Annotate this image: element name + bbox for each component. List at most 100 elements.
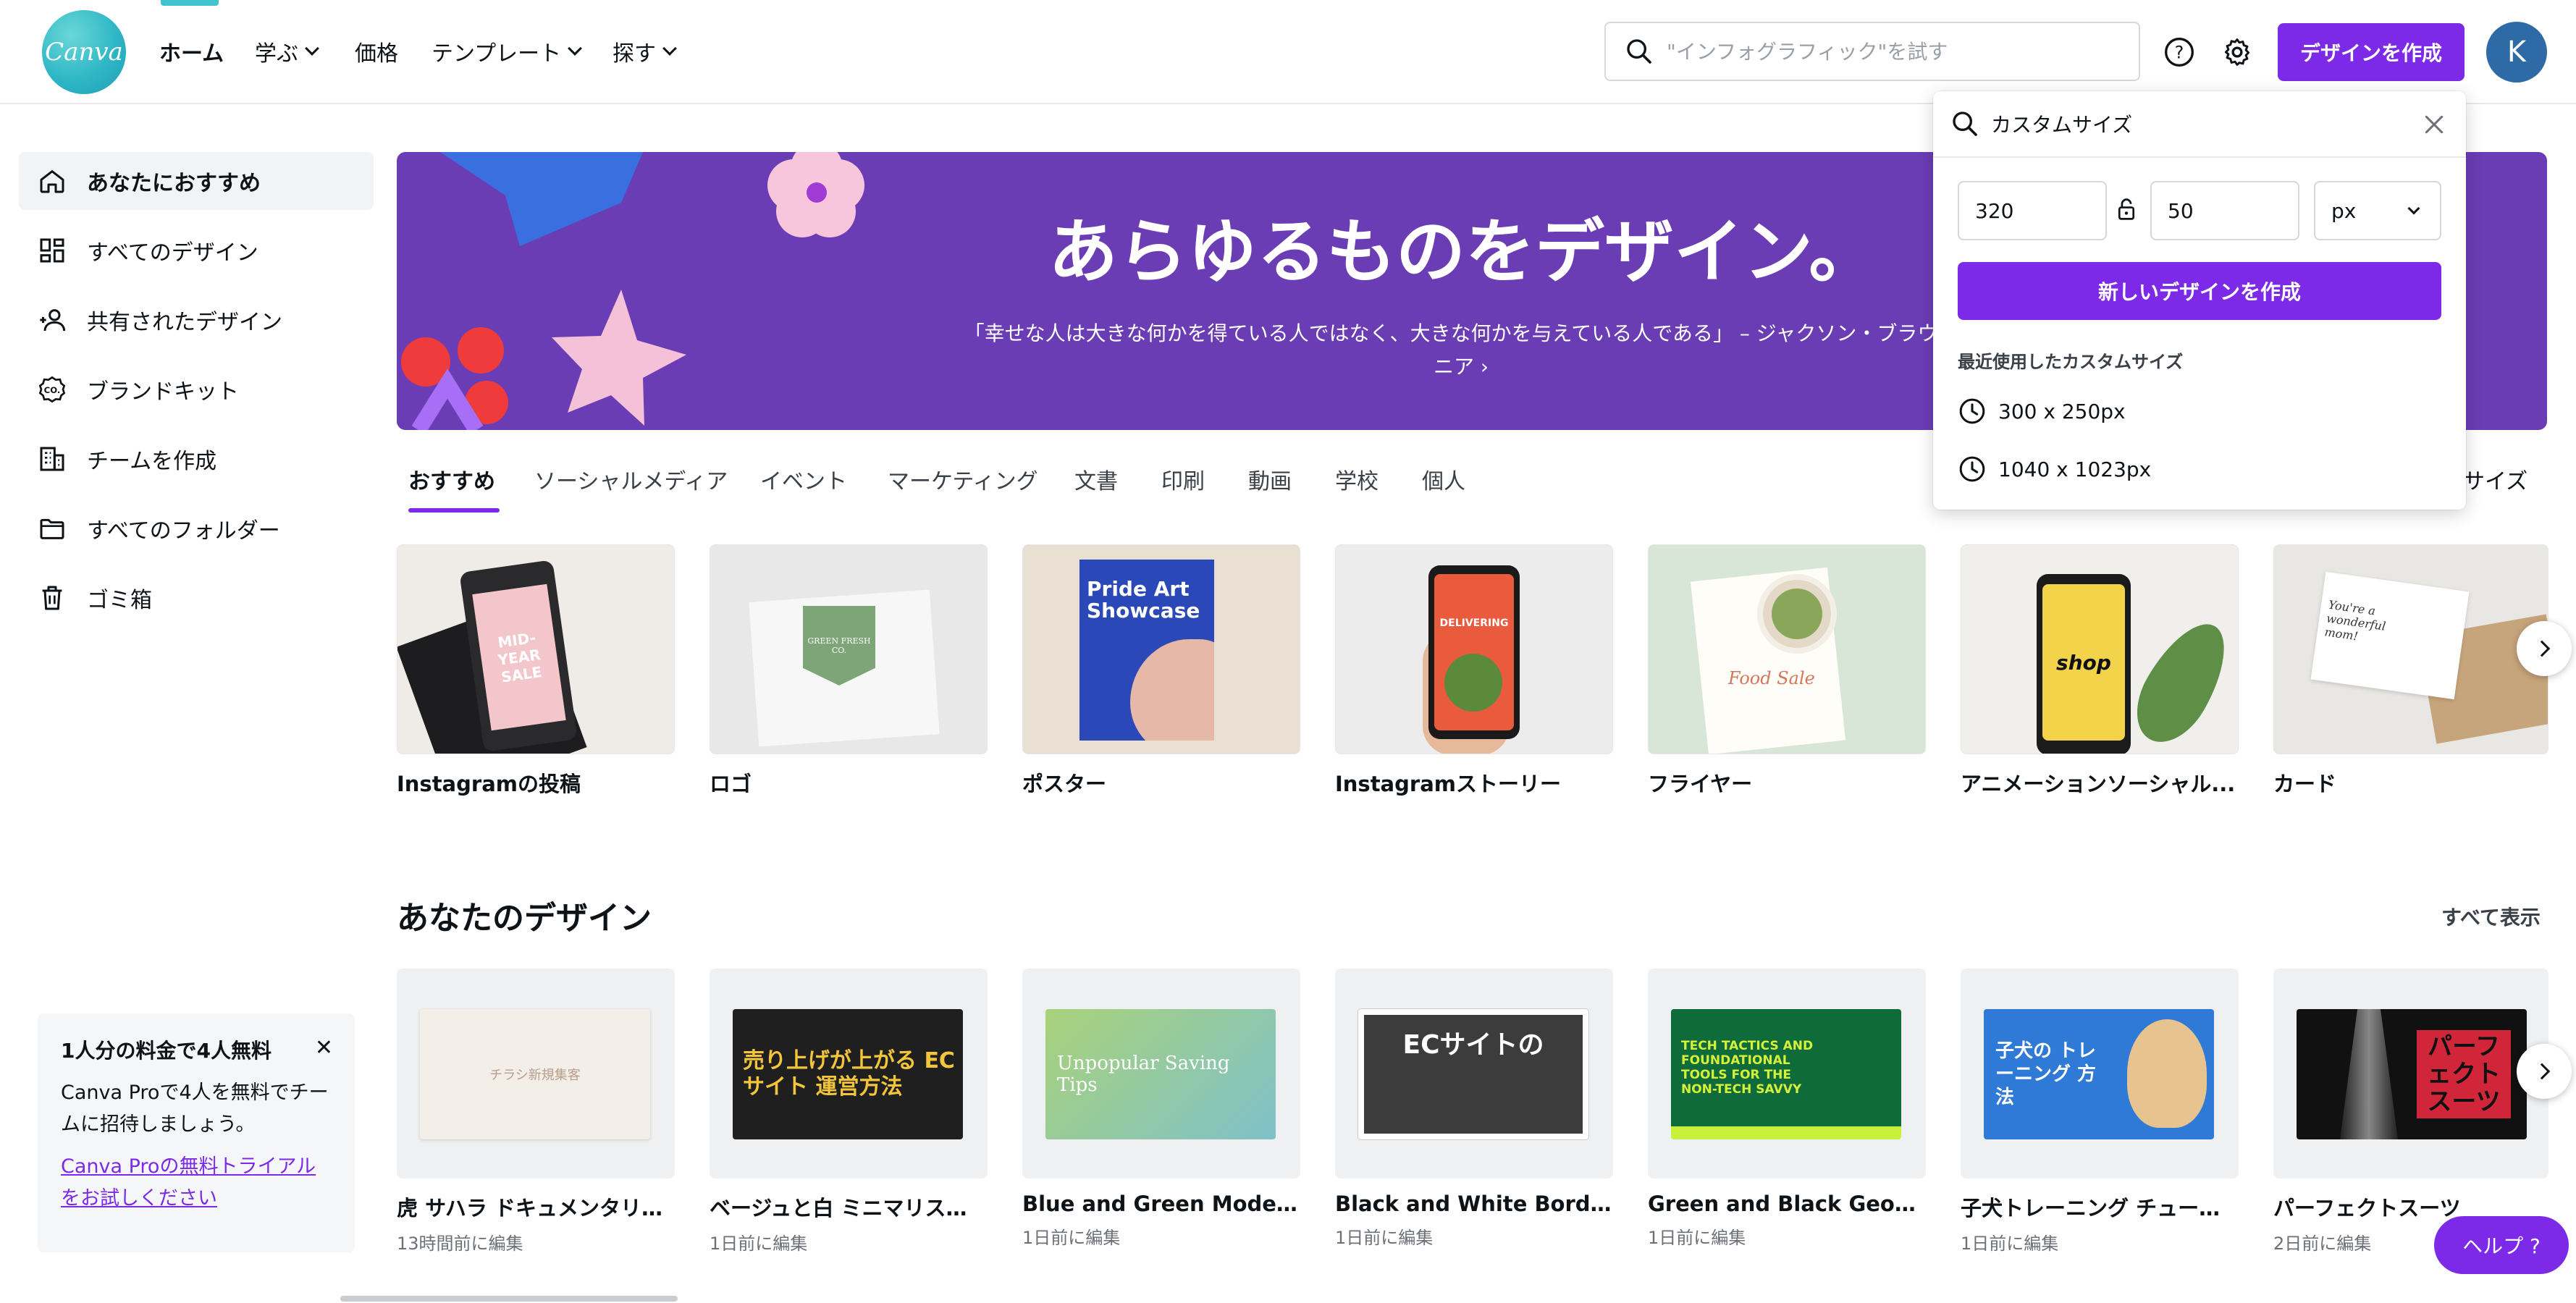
nav-home[interactable]: ホーム [159,33,224,69]
design-title: Blue and Green Modern G... [1022,1192,1300,1216]
promo-trial-link[interactable]: Canva Proの無料トライアルをお試しください [61,1155,316,1210]
design-card[interactable]: パーフェクト スーツ パーフェクトスーツ 2日前に編集 [2273,969,2551,1254]
design-card[interactable]: TECH TACTICS AND FOUNDATIONAL TOOLS FOR … [1648,969,1926,1249]
unlock-icon[interactable] [2116,197,2137,224]
design-card[interactable]: 子犬の トレーニング 方法 子犬トレーニング チュート... 1日前に編集 [1961,969,2239,1254]
sidebar-item-all-designs[interactable]: すべてのデザイン [19,222,374,279]
nav-pricing[interactable]: 価格 [355,33,398,69]
template-label: フライヤー [1648,772,1753,796]
width-input[interactable]: 320 [1958,181,2107,240]
height-input[interactable]: 50 [2150,181,2299,240]
sidebar-item-folders[interactable]: すべてのフォルダー [19,499,374,557]
design-card[interactable]: Unpopular Saving Tips Blue and Green Mod… [1022,969,1300,1249]
avatar[interactable]: K [2486,22,2547,83]
design-title: 子犬トレーニング チュート... [1961,1196,2239,1220]
template-thumbnail: Food Sale [1648,544,1926,754]
hero-title: あらゆるものをデザイン。 [1048,211,1879,292]
template-label: アニメーションソーシャル... [1961,772,2236,796]
tab-events[interactable]: イベント [760,463,847,513]
unit-select[interactable]: px [2314,181,2441,240]
sidebar-item-shared[interactable]: 共有されたデザイン [19,291,374,349]
template-label: Instagramの投稿 [397,772,581,796]
canva-logo[interactable]: Canva [42,10,126,94]
design-card[interactable]: チラシ新規集客 虎 サハラ ドキュメンタリー ... 13時間前に編集 [397,969,675,1254]
recent-sizes-label: 最近使用したカスタムサイズ [1958,352,2184,372]
design-title: ベージュと白 ミニマリスト ... [710,1196,988,1220]
design-thumbnail: 売り上げが上がる ECサイト 運営方法 [710,969,988,1178]
help-icon[interactable]: ? [2160,33,2198,71]
sidebar-item-brand-kit[interactable]: CO. ブランドキット [19,360,374,418]
template-card[interactable]: GREEN FRESH CO. ロゴ [710,544,988,798]
svg-text:?: ? [2175,42,2184,62]
next-designs-button[interactable] [2517,1044,2572,1099]
sidebar-item-create-team[interactable]: チームを作成 [19,430,374,488]
template-thumbnail: GREEN FRESH CO. [710,544,988,754]
template-card[interactable]: You're a wonderful mom! カード [2273,544,2551,798]
template-card[interactable]: Food Sale フライヤー [1648,544,1926,798]
help-button[interactable]: ヘルプ ? [2434,1216,2569,1274]
template-thumbnail: Pride Art Showcase [1022,544,1300,754]
create-new-design-button[interactable]: 新しいデザインを作成 [1958,262,2441,320]
top-navigation: Canva ホーム 学ぶ 価格 テンプレート 探す ? デザインを作成 K [0,0,2576,104]
tab-marketing[interactable]: マーケティング [888,463,1038,513]
see-all-link[interactable]: すべて表示 [2441,902,2541,931]
sidebar-item-label: すべてのデザイン [87,240,258,266]
clock-icon [1959,398,1985,424]
design-thumbnail: パーフェクト スーツ [2273,969,2548,1178]
template-card[interactable]: Pride Art Showcase ポスター [1022,544,1300,798]
promo-body: Canva Proで4人を無料でチームに招待しましょう。 [61,1081,329,1136]
design-edited: 1日前に編集 [1335,1228,1434,1248]
brand-kit-icon: CO. [36,374,68,405]
custom-size-search-value: カスタムサイズ [1991,113,2133,137]
template-card[interactable]: DELIVERING Instagramストーリー [1335,544,1613,798]
tab-personal[interactable]: 個人 [1422,463,1465,513]
create-design-button[interactable]: デザインを作成 [2278,23,2465,81]
horizontal-scrollbar[interactable] [340,1296,678,1302]
sidebar-item-label: 共有されたデザイン [87,310,282,335]
design-edited: 13時間前に編集 [397,1234,523,1254]
tab-social-media[interactable]: ソーシャルメディア [534,463,728,513]
sidebar-item-label: ブランドキット [87,379,239,405]
hero-quote[interactable]: 「幸せな人は大きな何かを得ている人ではなく、大きな何かを与えている人である」 –… [947,317,1975,384]
design-card[interactable]: 売り上げが上がる ECサイト 運営方法 ベージュと白 ミニマリスト ... 1日… [710,969,988,1254]
search-input[interactable] [1667,39,2130,64]
tab-underline [408,508,500,513]
tab-print[interactable]: 印刷 [1161,463,1205,513]
tab-documents[interactable]: 文書 [1074,463,1118,513]
template-card[interactable]: shop アニメーションソーシャル... [1961,544,2239,798]
sidebar-item-for-you[interactable]: あなたにおすすめ [19,152,374,210]
nav-explore[interactable]: 探す [613,33,677,69]
sidebar-item-trash[interactable]: ゴミ箱 [19,569,374,627]
nav-learn[interactable]: 学ぶ [255,33,319,69]
design-thumbnail: 子犬の トレーニング 方法 [1961,969,2239,1178]
recent-size-item[interactable]: 1040 x 1023px [1958,446,2441,492]
trash-icon [36,582,68,614]
tab-video[interactable]: 動画 [1248,463,1292,513]
template-card[interactable]: MID-YEAR SALE Instagramの投稿 [397,544,675,798]
template-thumbnail: DELIVERING [1335,544,1613,754]
design-edited: 1日前に編集 [1648,1228,1746,1248]
folder-icon [36,513,68,544]
tab-recommended[interactable]: おすすめ [408,463,495,513]
tab-school[interactable]: 学校 [1335,463,1379,513]
chevron-down-icon [662,41,677,56]
search-bar[interactable] [1604,22,2140,81]
grid-icon [36,235,68,266]
template-thumbnail: shop [1961,544,2239,754]
design-edited: 1日前に編集 [1022,1228,1121,1248]
sidebar-item-label: あなたにおすすめ [87,171,261,196]
building-icon [36,443,68,475]
gear-icon[interactable] [2218,33,2256,71]
next-templates-button[interactable] [2517,621,2572,676]
close-icon[interactable]: ✕ [315,1035,333,1060]
custom-size-search[interactable]: カスタムサイズ [1933,91,2466,158]
template-thumbnail: MID-YEAR SALE [397,544,675,754]
recent-size-item[interactable]: 300 x 250px [1958,388,2441,434]
chevron-right-icon [2533,640,2551,657]
close-icon[interactable] [2423,113,2446,136]
sidebar-item-label: すべてのフォルダー [87,518,280,544]
design-card[interactable]: ECサイトの Black and White Bordered ... 1日前に… [1335,969,1613,1249]
design-title: 虎 サハラ ドキュメンタリー ... [397,1196,675,1220]
design-title: Green and Black Geometri... [1648,1192,1926,1216]
nav-templates[interactable]: テンプレート [432,33,583,69]
